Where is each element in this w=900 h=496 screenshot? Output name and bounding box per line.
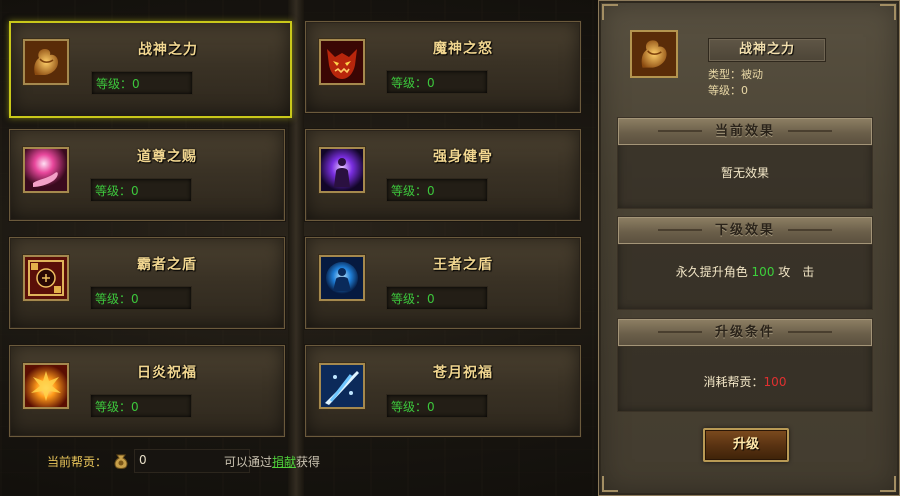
detail-title: 战神之力	[738, 42, 795, 57]
upgrade-condition-section: 升级条件 消耗帮贡：100	[617, 318, 873, 412]
section-title: 当前效果	[714, 124, 775, 139]
detail-level: 等级：0	[708, 82, 748, 98]
skill-level: 等级：0	[96, 77, 140, 91]
skill-card[interactable]: 苍月祝福 等级：0	[305, 345, 581, 437]
panel-corner	[602, 4, 618, 20]
skill-card[interactable]: 日炎祝福 等级：0	[9, 345, 285, 437]
skill-name: 霸者之盾	[137, 257, 197, 273]
panel-corner	[880, 476, 896, 492]
demon-face-icon	[319, 39, 365, 85]
flexed-arm-icon	[630, 30, 678, 78]
panel-corner	[880, 4, 896, 20]
cost-label: 消耗帮贡：	[703, 375, 764, 389]
current-effect-section: 当前效果 暂无效果	[617, 117, 873, 209]
skill-card[interactable]: 战神之力 等级：0	[9, 21, 292, 118]
skill-card[interactable]: 霸者之盾 等级：0	[9, 237, 285, 329]
skill-name: 强身健骨	[433, 149, 493, 165]
section-header: 下级效果	[618, 217, 872, 245]
detail-type: 类型：被动	[708, 66, 763, 82]
skill-level: 等级：0	[391, 76, 435, 90]
skill-level: 等级：0	[391, 400, 435, 414]
skill-card[interactable]: 王者之盾 等级：0	[305, 237, 581, 329]
hint-prefix: 可以通过	[224, 455, 273, 469]
skill-level-box: 等级：0	[386, 286, 488, 310]
skill-level: 等级：0	[95, 184, 139, 198]
type-label: 类型：	[708, 68, 741, 81]
skill-level: 等级：0	[95, 400, 139, 414]
type-value: 被动	[741, 68, 763, 81]
skill-name: 王者之盾	[433, 257, 493, 273]
rune-shield-icon	[23, 255, 69, 301]
current-effect-text: 暂无效果	[720, 166, 769, 180]
ice-slash-icon	[319, 363, 365, 409]
skill-card[interactable]: 道尊之赐 等级：0	[9, 129, 285, 221]
coin-bag-icon	[114, 454, 128, 469]
cost-value: 100	[763, 375, 787, 389]
next-effect-prefix: 永久提升角色	[675, 265, 748, 279]
next-effect-section: 下级效果 永久提升角色 100 攻 击	[617, 216, 873, 310]
skill-card[interactable]: 魔神之怒 等级：0	[305, 21, 581, 113]
section-header: 升级条件	[618, 319, 872, 347]
energy-hand-icon	[23, 147, 69, 193]
section-title: 下级效果	[714, 223, 775, 238]
fire-burst-icon	[23, 363, 69, 409]
contribution-label: 当前帮贡：	[47, 455, 108, 469]
donate-link[interactable]: 捐献	[272, 455, 296, 469]
upgrade-button[interactable]: 升级	[703, 428, 789, 462]
skill-level-box: 等级：0	[386, 70, 488, 94]
skill-level-box: 等级：0	[90, 178, 192, 202]
upgrade-button-label: 升级	[732, 437, 759, 452]
panel-corner	[602, 476, 618, 492]
skill-name: 日炎祝福	[137, 365, 197, 381]
purple-aura-body-icon	[319, 147, 365, 193]
contribution-bar: 当前帮贡： 0 可以通过捐献获得	[40, 449, 340, 473]
skill-level-box: 等级：0	[90, 394, 192, 418]
skill-level: 等级：0	[95, 292, 139, 306]
guild-skill-window: 战神之力 等级：0 魔神之怒 等级：0 道尊之赐 等级：0 强身健骨 等级：0 …	[0, 0, 900, 496]
skill-name: 苍月祝福	[433, 365, 493, 381]
skill-name: 战神之力	[138, 42, 198, 58]
upgrade-cost-text: 消耗帮贡：100	[618, 373, 872, 390]
section-header: 当前效果	[618, 118, 872, 146]
contribution-value: 0	[139, 453, 147, 467]
blue-globe-warrior-icon	[319, 255, 365, 301]
skill-name: 魔神之怒	[433, 41, 493, 57]
next-effect-value: 100	[751, 265, 775, 279]
detail-title-plate: 战神之力	[708, 38, 826, 62]
skill-level-box: 等级：0	[386, 394, 488, 418]
section-title: 升级条件	[714, 325, 775, 340]
skill-level-box: 等级：0	[91, 71, 193, 95]
flexed-arm-icon	[23, 39, 69, 85]
skill-card[interactable]: 强身健骨 等级：0	[305, 129, 581, 221]
skill-level-box: 等级：0	[386, 178, 488, 202]
contribution-hint: 可以通过捐献获得	[224, 453, 320, 470]
skill-level-box: 等级：0	[90, 286, 192, 310]
next-effect-suffix: 攻 击	[778, 265, 815, 279]
level-value: 0	[741, 84, 748, 97]
level-label: 等级：	[708, 84, 741, 97]
skill-level: 等级：0	[391, 184, 435, 198]
skill-name: 道尊之赐	[137, 149, 197, 165]
next-effect-text: 永久提升角色 100 攻 击	[618, 263, 872, 280]
skill-level: 等级：0	[391, 292, 435, 306]
hint-suffix: 获得	[296, 455, 321, 469]
